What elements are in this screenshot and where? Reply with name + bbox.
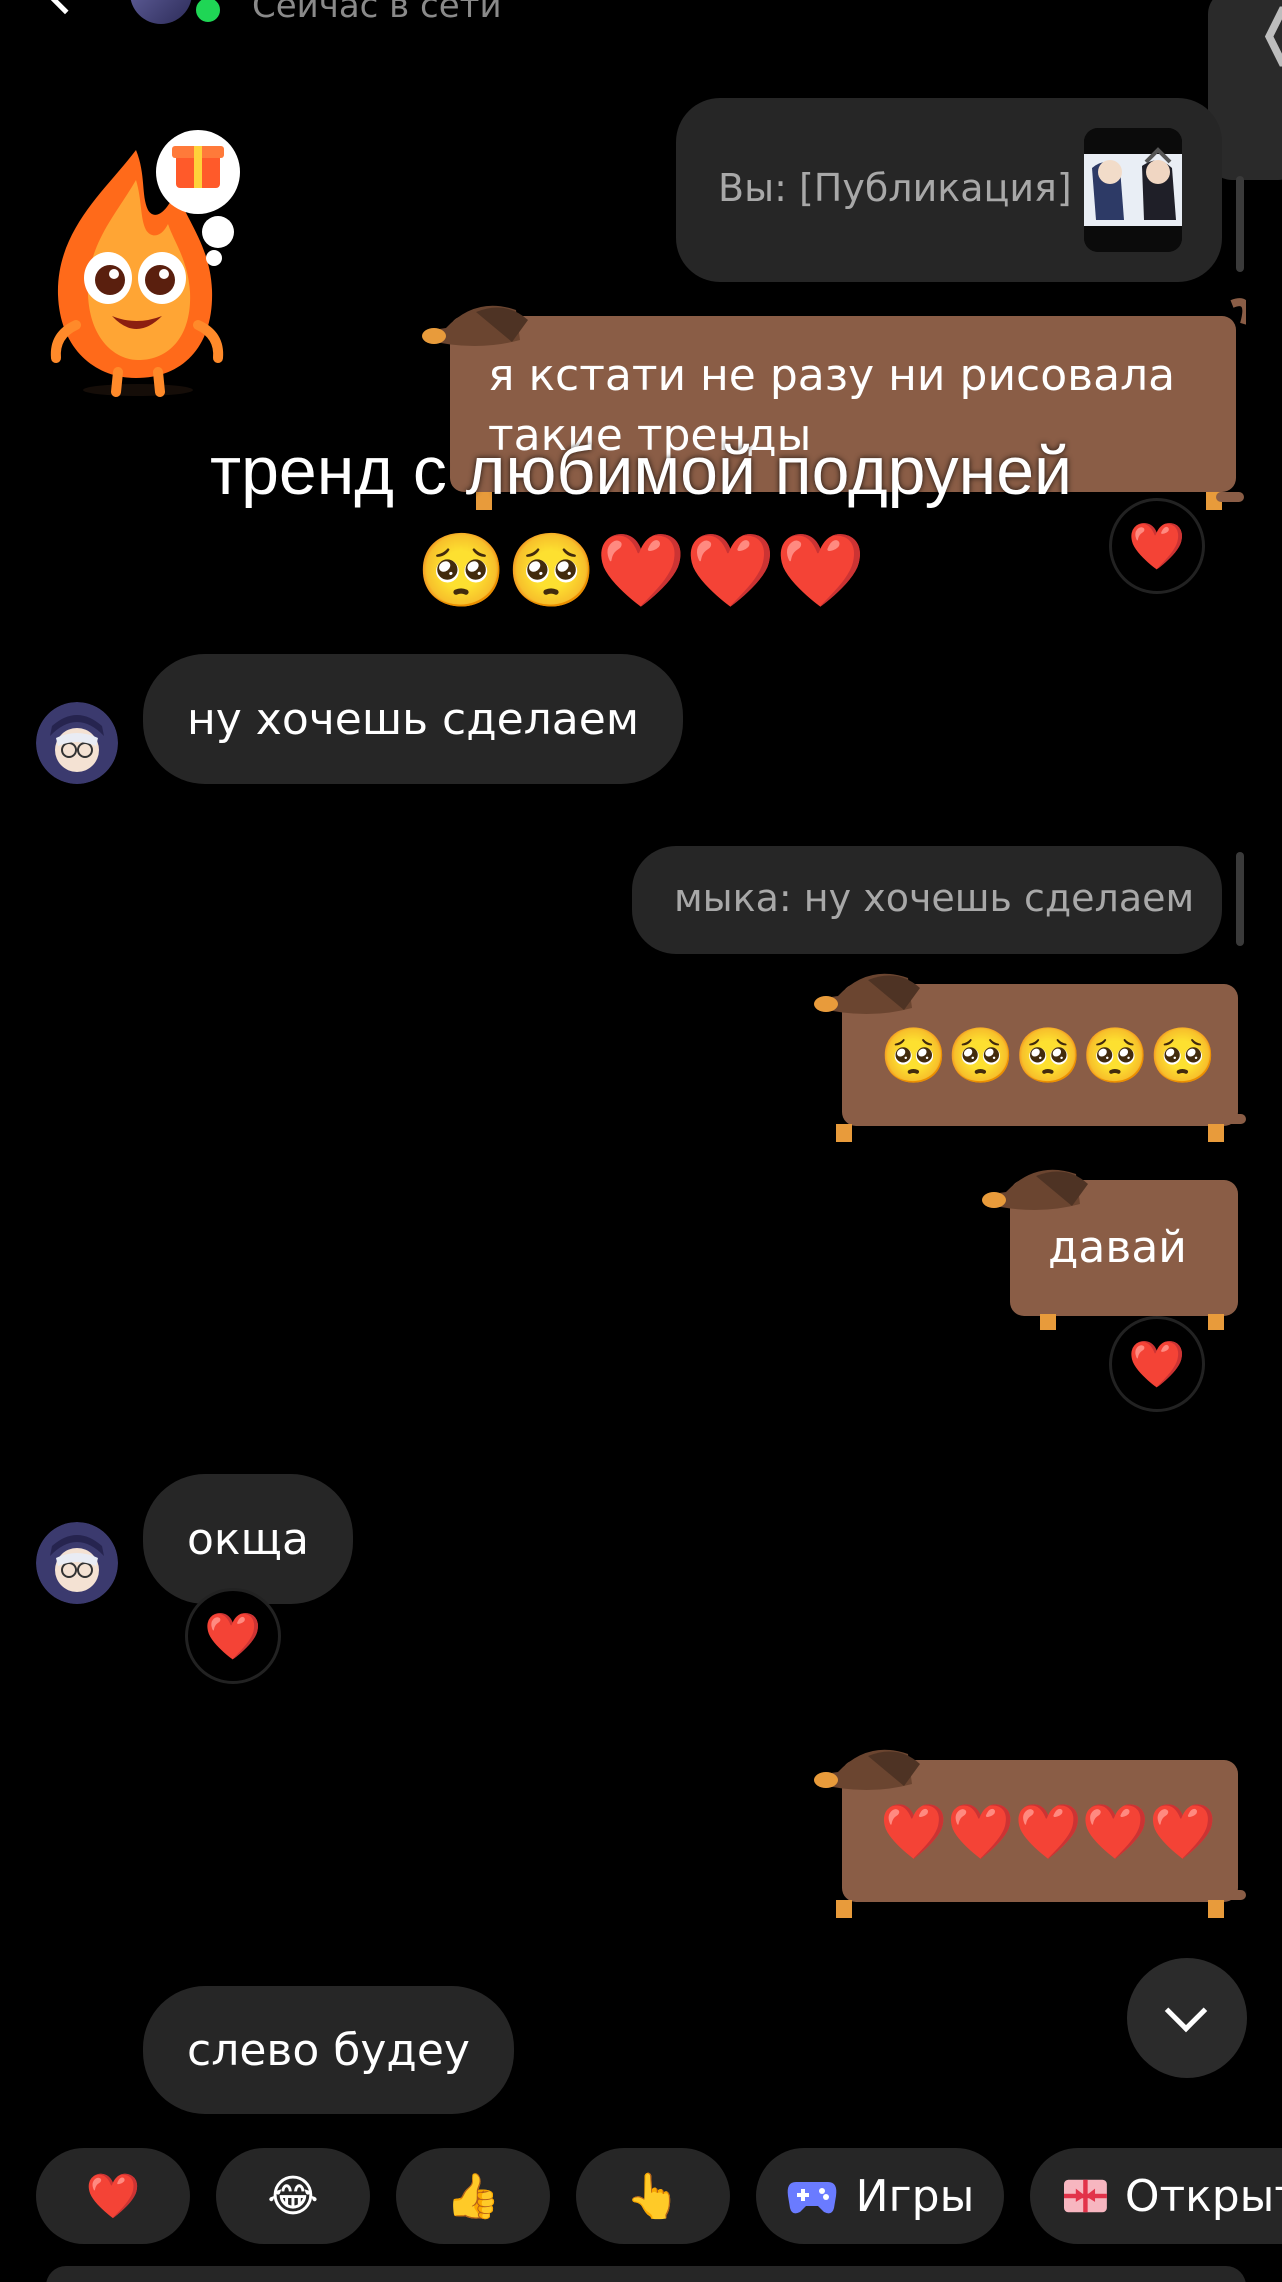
pointing-hand-icon: 👆 xyxy=(625,2171,681,2222)
reply-bar xyxy=(1236,176,1244,272)
back-icon[interactable] xyxy=(43,0,87,15)
received-message-text: ну хочешь сделаем xyxy=(187,693,640,745)
contact-avatar[interactable] xyxy=(130,0,192,24)
quick-reply-heart[interactable]: ❤️ xyxy=(36,2148,190,2244)
quick-reply-point[interactable]: 👆 xyxy=(576,2148,730,2244)
heart-icon: ❤️ xyxy=(85,2171,141,2222)
online-indicator xyxy=(190,0,226,28)
open-gift-chip[interactable]: Открыт xyxy=(1030,2148,1282,2244)
open-gift-label: Открыт xyxy=(1124,2170,1282,2222)
chevron-left-icon: ❬ xyxy=(1252,2,1282,62)
sent-message-bubble[interactable]: 🥺🥺🥺🥺🥺 xyxy=(808,964,1248,1150)
sent-message-text: давай xyxy=(1048,1222,1187,1273)
gamepad-icon xyxy=(787,2182,836,2214)
gift-card-icon xyxy=(1064,2179,1107,2213)
laugh-icon: 😂 xyxy=(267,2170,319,2222)
message-reaction[interactable]: ❤️ xyxy=(185,1588,281,1684)
contact-avatar-small[interactable] xyxy=(36,702,118,784)
quick-reply-thumbs-up[interactable]: 👍 xyxy=(396,2148,550,2244)
reply-preview-publication[interactable]: Вы: [Публикация] xyxy=(676,98,1222,282)
received-message-bubble[interactable]: ну хочешь сделаем xyxy=(143,654,684,784)
flame-sticker xyxy=(50,130,240,397)
overlay-caption: тренд с любимой подруней xyxy=(209,433,1073,509)
message-reaction[interactable]: ❤️ xyxy=(1109,498,1205,594)
games-label: Игры xyxy=(855,2170,975,2222)
message-composer[interactable] xyxy=(46,2266,1246,2282)
chat-header: Сейчас в сети xyxy=(0,0,1282,30)
heart-icon: ❤️ xyxy=(204,1608,262,1663)
received-message-bubble[interactable]: окща xyxy=(143,1474,353,1604)
quick-reply-laugh[interactable]: 😂 xyxy=(216,2148,370,2244)
contact-avatar-small[interactable] xyxy=(36,1522,118,1604)
quick-reply-bar: ❤️ 😂 👍 👆 Игры Откры xyxy=(0,2148,1282,2244)
scroll-to-bottom-button[interactable] xyxy=(1127,1958,1247,2078)
chat-screen: Сейчас в сети ❬ Вы: [Публикация] xyxy=(0,0,1282,2282)
reply-preview-text: мыка: ну хочешь сделаем xyxy=(674,876,1195,920)
received-message-text: слево будеу xyxy=(187,2024,470,2076)
sent-emoji-row: 🥺🥺🥺🥺🥺 xyxy=(880,1024,1217,1087)
games-chip[interactable]: Игры xyxy=(756,2148,1004,2244)
reply-bar xyxy=(1236,852,1244,946)
reply-preview-message[interactable]: мыка: ну хочешь сделаем xyxy=(632,846,1222,954)
sent-message-bubble[interactable]: давай xyxy=(976,1160,1248,1336)
received-message-bubble[interactable]: слево будеу xyxy=(143,1986,514,2114)
received-message-text: окща xyxy=(187,1513,309,1565)
sent-message-bubble[interactable]: ❤️❤️❤️❤️❤️ xyxy=(808,1740,1248,1926)
publication-thumbnail xyxy=(1084,128,1182,252)
message-reaction[interactable]: ❤️ xyxy=(1109,1316,1205,1412)
thumbs-up-icon: 👍 xyxy=(445,2171,501,2222)
chevron-down-icon xyxy=(1164,1989,1208,2033)
overlay-caption-emojis: 🥺🥺❤️❤️❤️ xyxy=(416,531,866,611)
sent-emoji-row: ❤️❤️❤️❤️❤️ xyxy=(880,1800,1217,1863)
heart-icon: ❤️ xyxy=(1128,1336,1186,1391)
heart-icon: ❤️ xyxy=(1128,518,1186,573)
contact-status: Сейчас в сети xyxy=(252,0,502,26)
reply-preview-text: Вы: [Публикация] xyxy=(718,166,1072,210)
